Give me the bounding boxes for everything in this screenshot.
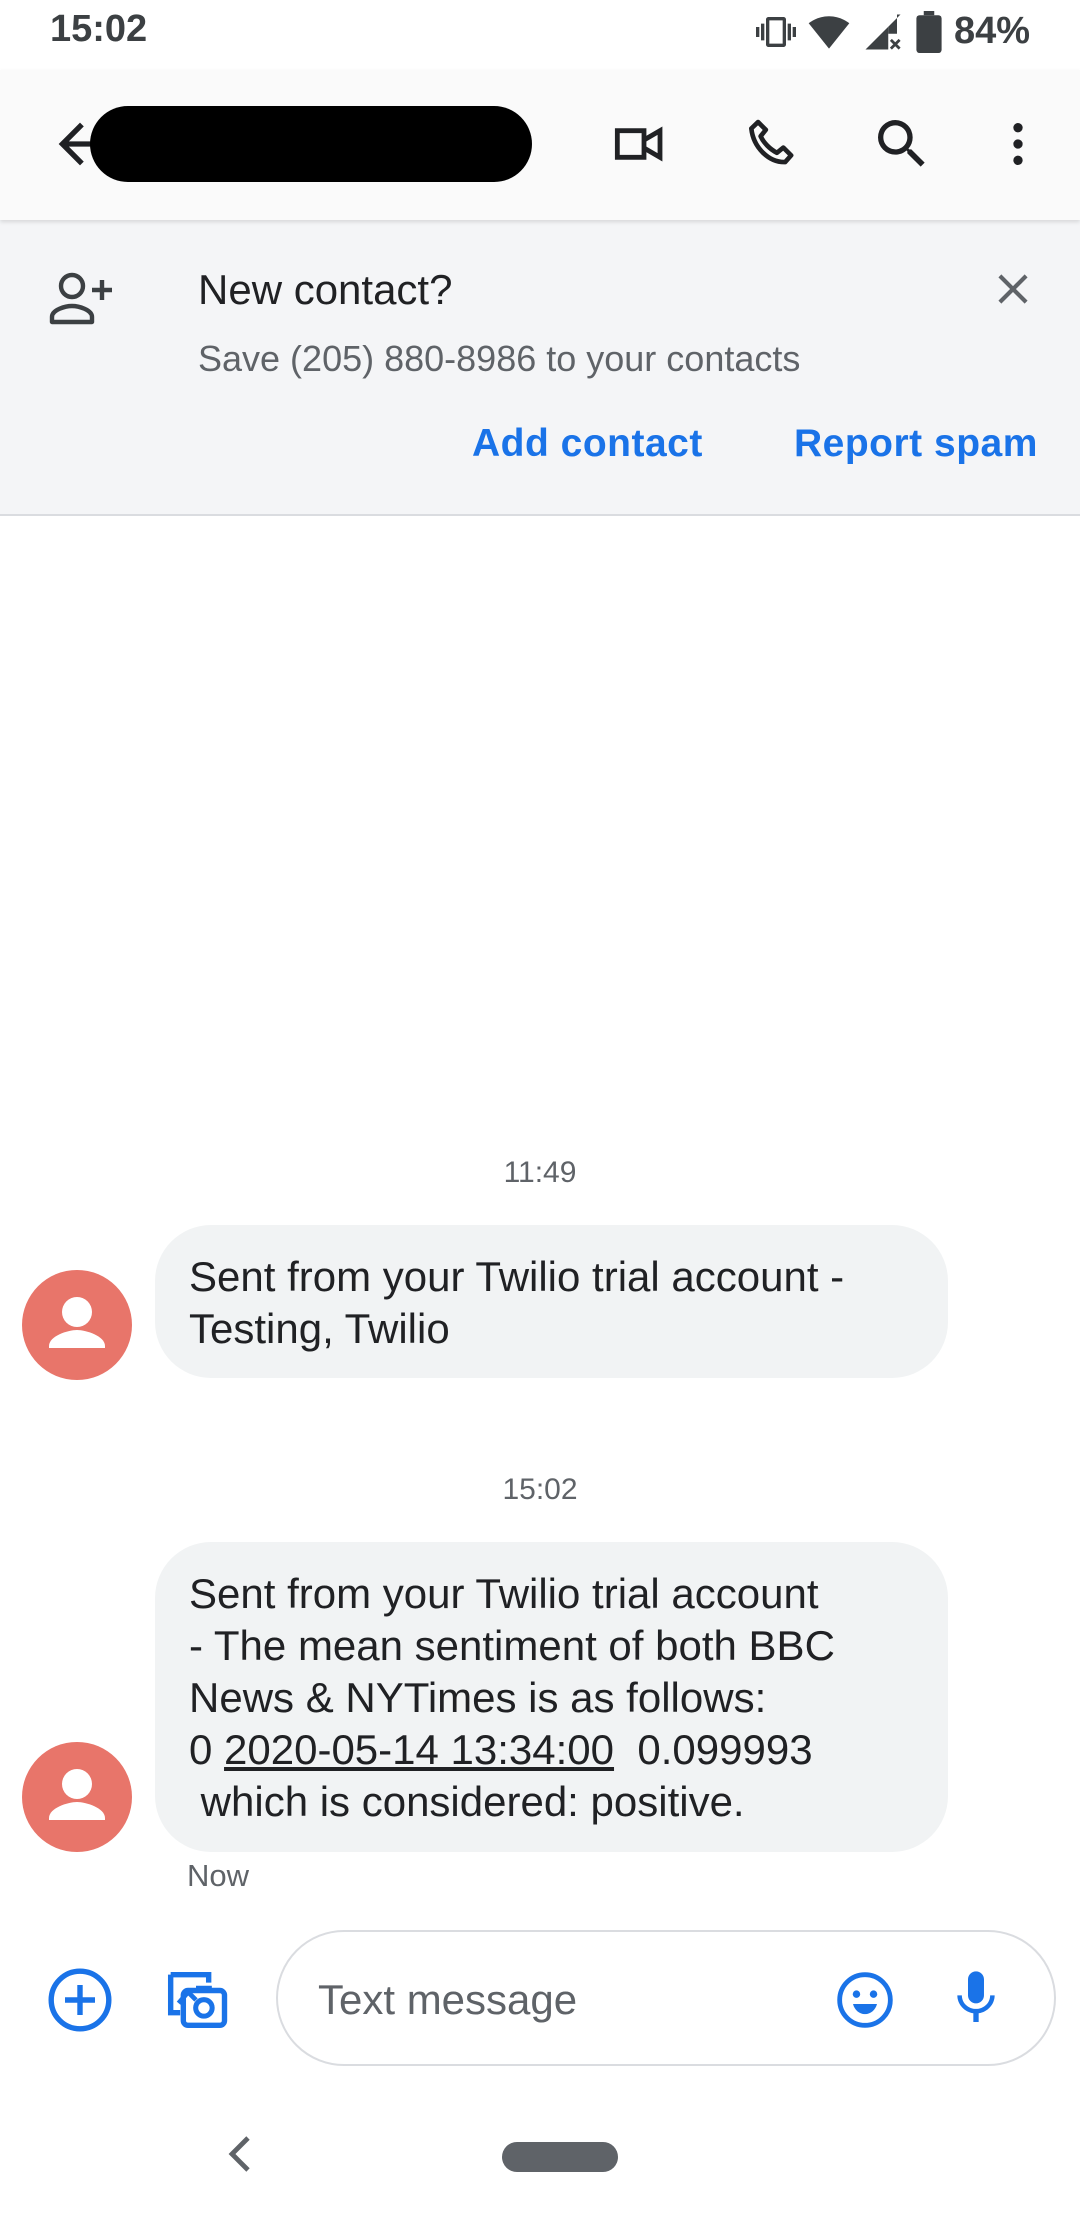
voice-input-button[interactable]: [944, 1966, 1008, 2030]
report-spam-button[interactable]: Report spam: [794, 422, 1038, 466]
message-input-placeholder: Text message: [318, 1976, 578, 2023]
message-timestamp: 15:02: [502, 1473, 578, 1506]
vibrate-icon: [755, 16, 796, 47]
message-timestamp: 11:49: [503, 1156, 577, 1189]
message-status: Now: [187, 1858, 250, 1893]
chevron-left-icon: [228, 2136, 250, 2172]
nav-home-button[interactable]: [502, 2142, 618, 2172]
message-text: News & NYTimes is as follows:: [189, 1674, 767, 1721]
sender-avatar[interactable]: [22, 1270, 132, 1380]
contact-name-redacted: [90, 106, 532, 182]
more-vert-icon: [1013, 123, 1023, 165]
phone-icon: [749, 119, 794, 165]
add-person-icon: [48, 268, 116, 333]
person-icon: [49, 1769, 105, 1820]
app-bar: [0, 70, 1080, 220]
wifi-icon: [808, 15, 850, 49]
mic-icon: [957, 1971, 995, 2022]
message-text: 0: [189, 1726, 225, 1773]
status-bar: 15:02 84%: [0, 0, 1080, 64]
banner-subtitle: Save (205) 880-8986 to your contacts: [198, 338, 801, 379]
message-bubble[interactable]: Sent from your Twilio trial account - Te…: [155, 1225, 948, 1378]
more-options-button[interactable]: [982, 108, 1054, 180]
battery-percent: 84%: [953, 10, 1030, 52]
attach-button[interactable]: [44, 1964, 116, 2036]
message-text: which is considered: positive.: [189, 1778, 745, 1825]
status-icons: 84%: [755, 10, 1030, 53]
gallery-button[interactable]: [158, 1962, 234, 2038]
signal-icon: [865, 14, 901, 50]
sender-avatar[interactable]: [22, 1742, 132, 1852]
nav-back-button[interactable]: [222, 2132, 258, 2176]
add-contact-button[interactable]: Add contact: [472, 422, 703, 466]
message-input[interactable]: Text message: [276, 1930, 1056, 2066]
datetime-link[interactable]: 2020-05-14 13:34:00: [224, 1726, 614, 1773]
message-text-line: 0 2020-05-14 13:34:00 0.099993: [189, 1724, 914, 1776]
search-icon: [878, 120, 925, 167]
close-icon: [998, 274, 1028, 304]
emoji-button[interactable]: [833, 1968, 897, 2032]
add-circle-icon: [48, 1968, 112, 2032]
message-text: Sent from your Twilio trial account -: [189, 1253, 845, 1300]
dismiss-banner-button[interactable]: [988, 264, 1038, 314]
battery-icon: [916, 10, 942, 53]
video-call-button[interactable]: [604, 108, 676, 180]
video-call-icon: [614, 126, 663, 162]
banner-title: New contact?: [198, 266, 453, 313]
phone-call-button[interactable]: [736, 108, 808, 180]
message-text: Testing, Twilio: [189, 1305, 450, 1352]
message-text: - The mean sentiment of both BBC: [189, 1622, 835, 1669]
message-text: Sent from your Twilio trial account: [189, 1570, 819, 1617]
search-button[interactable]: [866, 108, 938, 180]
new-contact-banner: New contact? Save (205) 880-8986 to your…: [0, 220, 1080, 516]
status-time: 15:02: [50, 8, 148, 50]
person-icon: [49, 1297, 105, 1348]
message-text: 0.099993: [614, 1726, 813, 1773]
gallery-camera-icon: [167, 1971, 228, 2029]
emoji-icon: [837, 1972, 893, 2028]
messages-screen: 15:02 84% New contact? Save (205) 880-89…: [0, 0, 1080, 2220]
message-bubble[interactable]: Sent from your Twilio trial account - Th…: [155, 1542, 948, 1852]
